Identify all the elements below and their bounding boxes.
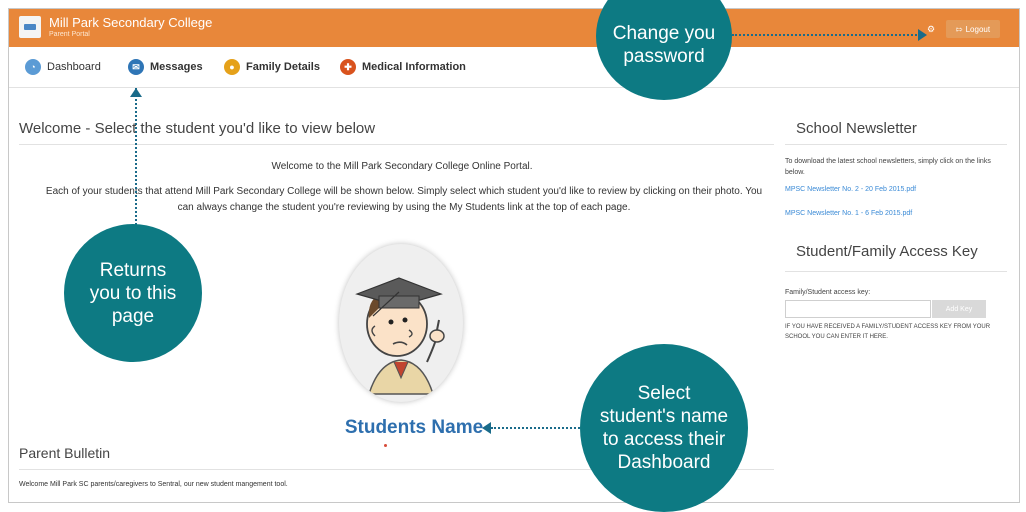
callout-returns: Returns you to this page	[64, 224, 202, 362]
main-nav: ◔ Dashboard ✉ Messages ● Family Details …	[9, 47, 1019, 88]
newsletter-link[interactable]: MPSC Newsletter No. 1 - 6 Feb 2015.pdf	[785, 210, 912, 217]
callout-select-student-text: Select student's name to access their Da…	[599, 383, 729, 473]
callout-select-student: Select student's name to access their Da…	[580, 344, 748, 512]
dashboard-icon: ◔	[25, 59, 41, 75]
bulletin-text: Welcome Mill Park SC parents/caregivers …	[19, 481, 288, 488]
access-key-input[interactable]	[785, 300, 931, 318]
nav-messages[interactable]: ✉ Messages	[128, 58, 203, 76]
family-icon: ●	[224, 59, 240, 75]
access-key-note: IF YOU HAVE RECEIVED A FAMILY/STUDENT AC…	[785, 324, 991, 340]
callout-change-password-text: Change you password	[612, 23, 716, 67]
access-key-divider	[785, 271, 1007, 272]
arrow-left-icon	[482, 422, 491, 434]
newsletter-title: School Newsletter	[796, 120, 917, 137]
envelope-icon: ✉	[128, 59, 144, 75]
add-key-button[interactable]: Add Key	[932, 300, 986, 318]
school-logo	[19, 16, 41, 38]
medical-icon: ✚	[340, 59, 356, 75]
nav-dashboard-label: Dashboard	[47, 61, 101, 73]
nav-medical-label: Medical Information	[362, 61, 466, 73]
connector-line	[732, 34, 920, 36]
welcome-text: Welcome to the Mill Park Secondary Colle…	[271, 161, 533, 172]
arrow-up-icon	[130, 82, 142, 97]
newsletter-divider	[785, 144, 1007, 145]
nav-messages-label: Messages	[150, 61, 203, 73]
nav-medical-information[interactable]: ✚ Medical Information	[340, 58, 466, 76]
page-title: Welcome - Select the student you'd like …	[19, 120, 376, 137]
bulletin-title: Parent Bulletin	[19, 445, 111, 461]
nav-family-details[interactable]: ● Family Details	[224, 58, 320, 76]
logout-label: Logout	[965, 24, 991, 34]
logout-icon: ⇰	[955, 24, 963, 34]
access-key-label: Family/Student access key:	[785, 289, 871, 296]
newsletter-text: To download the latest school newsletter…	[785, 158, 991, 176]
connector-line	[491, 427, 583, 429]
arrow-right-icon	[918, 29, 927, 41]
nav-family-label: Family Details	[246, 61, 320, 73]
access-key-title: Student/Family Access Key	[796, 243, 978, 260]
student-cartoon-image	[355, 277, 445, 395]
portal-subtitle: Parent Portal	[49, 31, 90, 38]
decorative-dot	[384, 444, 387, 447]
intro-text: Each of your students that attend Mill P…	[45, 186, 763, 213]
title-divider	[19, 144, 774, 145]
newsletter-link[interactable]: MPSC Newsletter No. 2 - 20 Feb 2015.pdf	[785, 186, 916, 193]
student-name-link[interactable]: Students Name	[329, 417, 499, 439]
top-bar: Mill Park Secondary College Parent Porta…	[9, 9, 1019, 47]
callout-returns-text: Returns you to this page	[89, 259, 177, 327]
school-name: Mill Park Secondary College	[49, 15, 213, 30]
gear-icon: ⚙	[926, 23, 936, 34]
logout-button[interactable]: ⇰ Logout	[946, 20, 1000, 38]
student-photo[interactable]	[339, 244, 463, 402]
connector-line	[135, 88, 137, 228]
nav-dashboard[interactable]: ◔ Dashboard	[25, 58, 101, 76]
